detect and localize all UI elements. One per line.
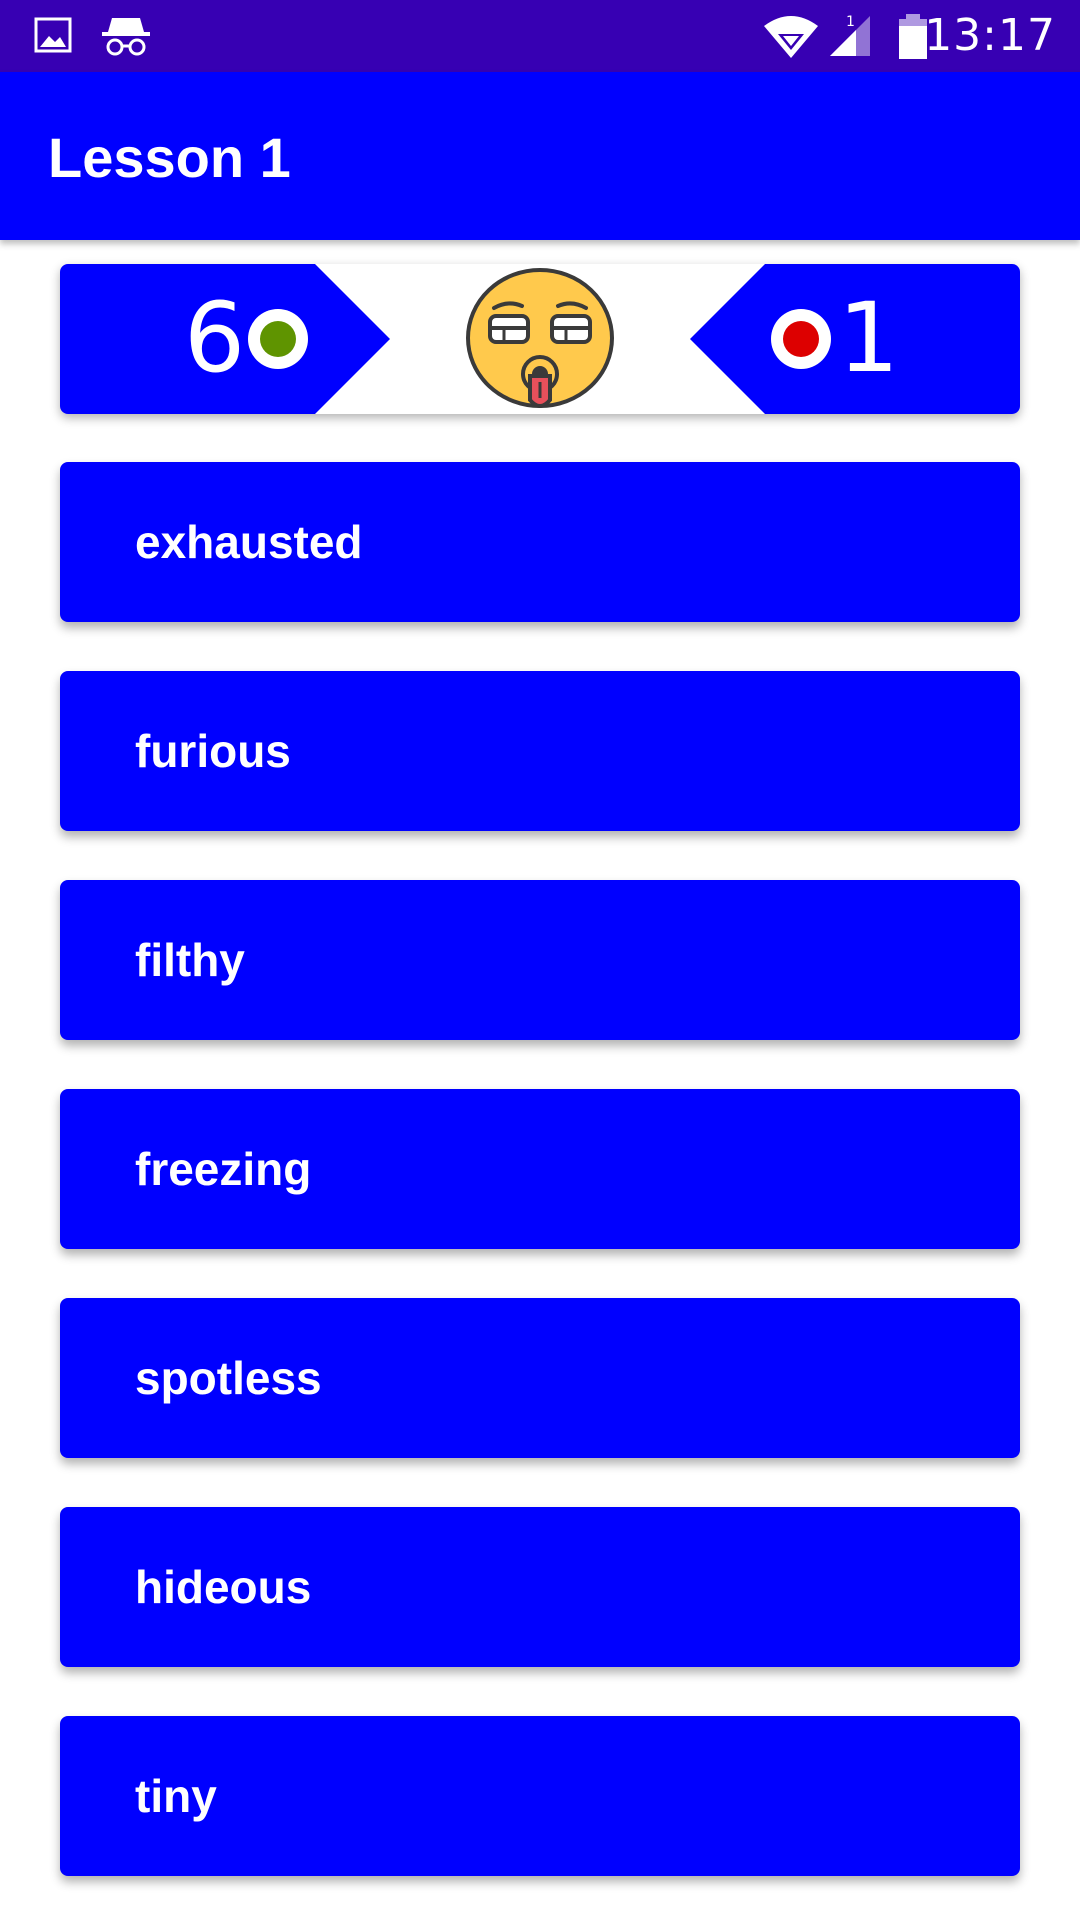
page-title: Lesson 1 bbox=[48, 126, 291, 189]
option-label: hideous bbox=[135, 1561, 312, 1613]
option-button[interactable]: freezing bbox=[60, 1089, 1020, 1249]
wifi-icon bbox=[764, 16, 818, 58]
option-label: exhausted bbox=[135, 516, 363, 568]
status-bar: 1 13:17 bbox=[0, 0, 1080, 72]
clock: 13:17 bbox=[924, 10, 1056, 61]
option-button[interactable]: tiny bbox=[60, 1716, 1020, 1876]
image-icon bbox=[34, 17, 72, 53]
exhausted-face-icon bbox=[466, 268, 614, 408]
option-button[interactable]: exhausted bbox=[60, 462, 1020, 622]
option-button[interactable]: filthy bbox=[60, 880, 1020, 1040]
option-label: tiny bbox=[135, 1770, 217, 1822]
correct-count: 6 bbox=[184, 282, 246, 394]
correct-indicator-icon bbox=[248, 309, 308, 369]
option-label: furious bbox=[135, 725, 291, 777]
incognito-icon bbox=[102, 18, 150, 56]
wrong-count: 1 bbox=[838, 282, 900, 394]
option-button[interactable]: hideous bbox=[60, 1507, 1020, 1667]
svg-text:1: 1 bbox=[846, 14, 855, 30]
score-banner: 6 1 bbox=[60, 264, 1020, 414]
wrong-indicator-icon bbox=[771, 309, 831, 369]
app-bar: Lesson 1 bbox=[0, 72, 1080, 240]
option-button[interactable]: furious bbox=[60, 671, 1020, 831]
option-label: freezing bbox=[135, 1143, 312, 1195]
option-label: filthy bbox=[135, 934, 245, 986]
option-label: spotless bbox=[135, 1352, 322, 1404]
option-button[interactable]: spotless bbox=[60, 1298, 1020, 1458]
signal-icon: 1 bbox=[830, 14, 870, 56]
